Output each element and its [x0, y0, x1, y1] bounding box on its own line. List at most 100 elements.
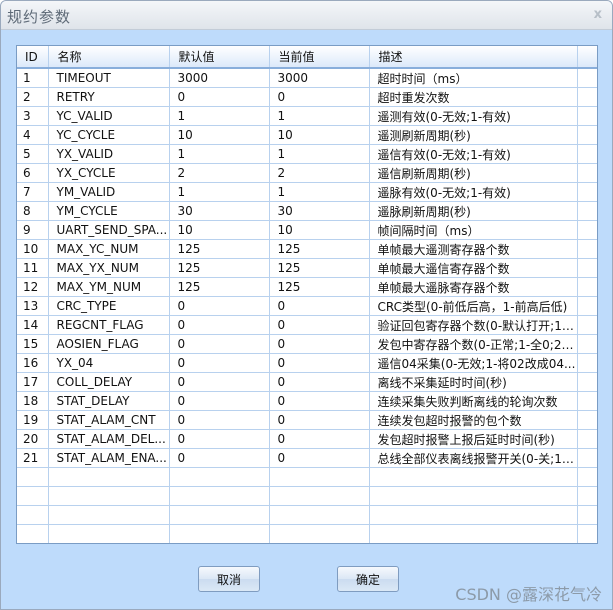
table-row[interactable]: 8 YM_CYCLE 30 30 遥脉刷新周期(秒) — [17, 201, 597, 221]
cell-desc: 验证回包寄存器个数(0-默认打开;1-... — [369, 315, 578, 335]
cell-current[interactable]: 0 — [269, 372, 370, 392]
table-row[interactable]: 2 RETRY 0 0 超时重发次数 — [17, 87, 597, 107]
cell-current[interactable]: 3000 — [269, 68, 370, 88]
cell-desc: 发包超时报警上报后延时时间(秒) — [369, 429, 578, 449]
cell-name: YX_VALID — [48, 144, 170, 164]
cell-desc: 连续发包超时报警的包个数 — [369, 410, 578, 430]
cell-id: 14 — [17, 315, 49, 335]
cell-current[interactable]: 0 — [269, 296, 370, 316]
cell-default: 3000 — [169, 68, 270, 88]
cell-current[interactable]: 1 — [269, 144, 370, 164]
cell-current[interactable]: 0 — [269, 87, 370, 107]
empty-cell — [48, 524, 170, 543]
cell-desc: 单帧最大遥脉寄存器个数 — [369, 277, 578, 297]
column-header-current[interactable]: 当前值 — [269, 46, 370, 69]
cell-current[interactable]: 10 — [269, 220, 370, 240]
cell-name: RETRY — [48, 87, 170, 107]
table-row[interactable]: 13 CRC_TYPE 0 0 CRC类型(0-前低后高，1-前高后低) — [17, 296, 597, 316]
table-row[interactable]: 5 YX_VALID 1 1 遥信有效(0-无效;1-有效) — [17, 144, 597, 164]
table-row[interactable]: 21 STAT_ALAM_ENA... 0 0 总线全部仪表离线报警开关(0-关;1-.… — [17, 448, 597, 468]
table-row[interactable]: 17 COLL_DELAY 0 0 离线不采集延时时间(秒) — [17, 372, 597, 392]
table-row[interactable]: 10 MAX_YC_NUM 125 125 单帧最大遥测寄存器个数 — [17, 239, 597, 259]
cell-name: STAT_ALAM_ENA... — [48, 448, 170, 468]
cell-default: 0 — [169, 391, 270, 411]
cell-name: COLL_DELAY — [48, 372, 170, 392]
cell-current[interactable]: 125 — [269, 258, 370, 278]
cell-default: 1 — [169, 106, 270, 126]
cell-default: 0 — [169, 315, 270, 335]
table-row[interactable]: 12 MAX_YM_NUM 125 125 单帧最大遥脉寄存器个数 — [17, 277, 597, 297]
empty-cell — [17, 524, 49, 543]
cell-default: 1 — [169, 144, 270, 164]
cell-current[interactable]: 125 — [269, 277, 370, 297]
cell-default: 0 — [169, 410, 270, 430]
cell-id: 16 — [17, 353, 49, 373]
cell-desc: 遥脉刷新周期(秒) — [369, 201, 578, 221]
cell-current[interactable]: 0 — [269, 334, 370, 354]
cell-filler — [577, 87, 597, 107]
ok-button[interactable]: 确定 — [337, 566, 399, 592]
cell-current[interactable]: 0 — [269, 448, 370, 468]
table-row[interactable]: 9 UART_SEND_SPA... 10 10 帧间隔时间（ms） — [17, 220, 597, 240]
cell-desc: 遥信04采集(0-无效;1-将02改成04... — [369, 353, 578, 373]
table-row[interactable]: 7 YM_VALID 1 1 遥脉有效(0-无效;1-有效) — [17, 182, 597, 202]
cell-current[interactable]: 30 — [269, 201, 370, 221]
cell-filler — [577, 353, 597, 373]
cell-current[interactable]: 0 — [269, 353, 370, 373]
table-row[interactable]: 19 STAT_ALAM_CNT 0 0 连续发包超时报警的包个数 — [17, 410, 597, 430]
column-header-id[interactable]: ID — [17, 46, 49, 69]
column-header-name[interactable]: 名称 — [48, 46, 170, 69]
cell-id: 15 — [17, 334, 49, 354]
cell-id: 6 — [17, 163, 49, 183]
empty-cell — [48, 467, 170, 487]
cell-default: 0 — [169, 353, 270, 373]
cell-current[interactable]: 0 — [269, 315, 370, 335]
cell-current[interactable]: 0 — [269, 410, 370, 430]
cell-desc: 超时时间（ms） — [369, 68, 578, 88]
empty-cell — [577, 486, 597, 506]
table-row[interactable]: 11 MAX_YX_NUM 125 125 单帧最大遥信寄存器个数 — [17, 258, 597, 278]
cell-desc: 帧间隔时间（ms） — [369, 220, 578, 240]
table-row[interactable]: 3 YC_VALID 1 1 遥测有效(0-无效;1-有效) — [17, 106, 597, 126]
cell-id: 13 — [17, 296, 49, 316]
column-header-filler — [577, 46, 597, 69]
cell-current[interactable]: 10 — [269, 125, 370, 145]
cell-current[interactable]: 0 — [269, 429, 370, 449]
cell-current[interactable]: 0 — [269, 391, 370, 411]
cancel-button[interactable]: 取消 — [198, 566, 260, 592]
cell-default: 0 — [169, 448, 270, 468]
cell-current[interactable]: 1 — [269, 106, 370, 126]
table-row[interactable]: 16 YX_04 0 0 遥信04采集(0-无效;1-将02改成04... — [17, 353, 597, 373]
table-row[interactable]: 14 REGCNT_FLAG 0 0 验证回包寄存器个数(0-默认打开;1-... — [17, 315, 597, 335]
close-icon[interactable]: x — [594, 7, 602, 22]
table-row[interactable]: 1 TIMEOUT 3000 3000 超时时间（ms） — [17, 68, 597, 88]
cell-current[interactable]: 1 — [269, 182, 370, 202]
empty-row — [17, 486, 597, 506]
title-bar[interactable]: 规约参数 x — [1, 1, 612, 30]
column-header-desc[interactable]: 描述 — [369, 46, 578, 69]
column-header-default[interactable]: 默认值 — [169, 46, 270, 69]
empty-cell — [269, 486, 370, 506]
cell-id: 9 — [17, 220, 49, 240]
table-row[interactable]: 4 YC_CYCLE 10 10 遥测刷新周期(秒) — [17, 125, 597, 145]
table-row[interactable]: 15 AOSIEN_FLAG 0 0 发包中寄存器个数(0-正常;1-全0;2-... — [17, 334, 597, 354]
table-row[interactable]: 6 YX_CYCLE 2 2 遥信刷新周期(秒) — [17, 163, 597, 183]
cell-current[interactable]: 125 — [269, 239, 370, 259]
cell-name: TIMEOUT — [48, 68, 170, 88]
cell-filler — [577, 182, 597, 202]
empty-row — [17, 467, 597, 487]
cell-id: 8 — [17, 201, 49, 221]
cell-id: 5 — [17, 144, 49, 164]
cell-desc: 遥脉有效(0-无效;1-有效) — [369, 182, 578, 202]
cell-current[interactable]: 2 — [269, 163, 370, 183]
cell-name: STAT_ALAM_CNT — [48, 410, 170, 430]
cell-id: 7 — [17, 182, 49, 202]
cell-filler — [577, 258, 597, 278]
cell-desc: 单帧最大遥信寄存器个数 — [369, 258, 578, 278]
empty-cell — [577, 505, 597, 525]
empty-cell — [169, 467, 270, 487]
table-row[interactable]: 18 STAT_DELAY 0 0 连续采集失败判断离线的轮询次数 — [17, 391, 597, 411]
empty-cell — [269, 505, 370, 525]
table-row[interactable]: 20 STAT_ALAM_DEL... 0 0 发包超时报警上报后延时时间(秒) — [17, 429, 597, 449]
empty-cell — [169, 524, 270, 543]
